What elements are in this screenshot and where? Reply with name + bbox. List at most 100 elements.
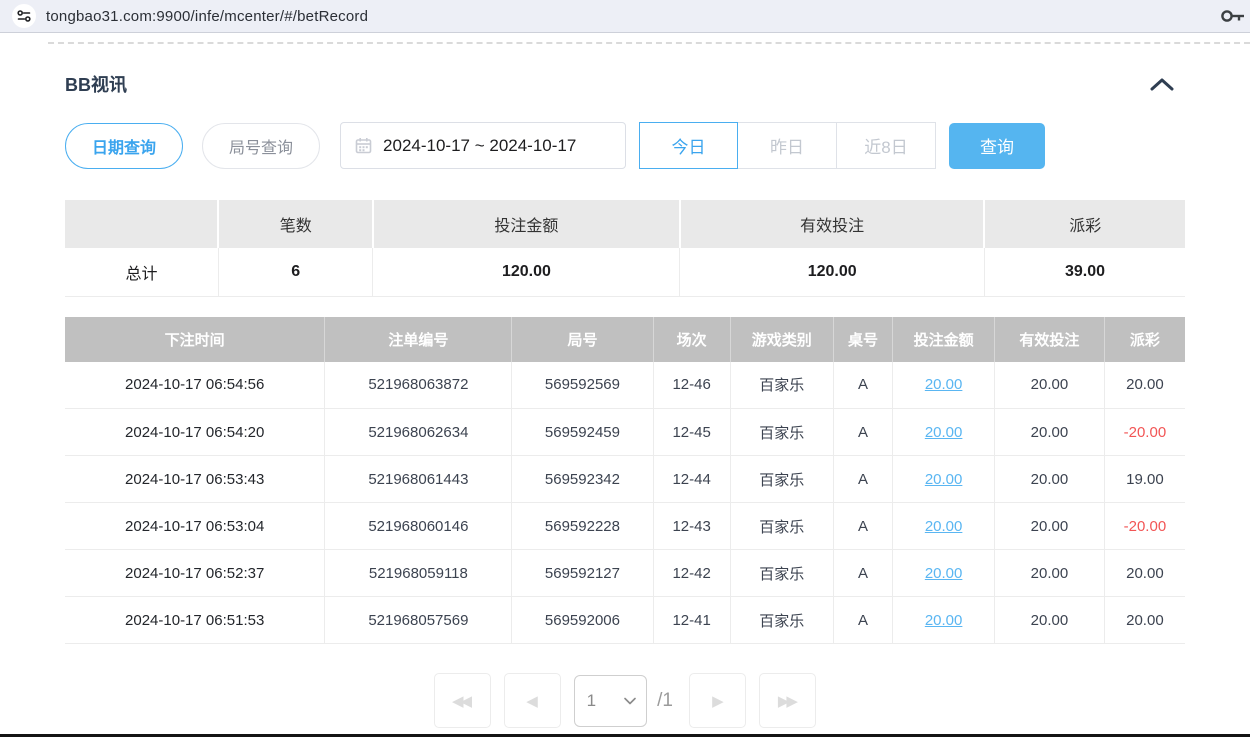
round-query-tab[interactable]: 局号查询 (202, 123, 320, 169)
summary-payout-value: 39.00 (984, 248, 1185, 296)
table-no-cell: A (833, 503, 892, 550)
session-cell: 12-41 (653, 597, 730, 644)
first-page-button[interactable]: ◀◀ (434, 673, 491, 728)
header-session: 场次 (653, 317, 730, 362)
password-key-icon[interactable] (1220, 7, 1246, 25)
bet-time-cell: 2024-10-17 06:52:37 (65, 550, 325, 597)
bet-amount-link[interactable]: 20.00 (925, 471, 963, 488)
prev-page-button[interactable]: ◀ (504, 673, 561, 728)
bet-amount-cell: 20.00 (893, 503, 995, 550)
valid-bet-cell: 20.00 (995, 362, 1105, 409)
table-row: 2024-10-17 06:51:53 521968057569 5695920… (65, 597, 1185, 644)
header-table-no: 桌号 (833, 317, 892, 362)
panel-header: BB视讯 (65, 71, 1185, 97)
header-valid-bet: 有效投注 (995, 317, 1105, 362)
table-row: 2024-10-17 06:54:20 521968062634 5695924… (65, 409, 1185, 456)
session-cell: 12-42 (653, 550, 730, 597)
table-no-cell: A (833, 456, 892, 503)
date-range-input[interactable]: 2024-10-17 ~ 2024-10-17 (340, 122, 626, 169)
bet-amount-cell: 20.00 (893, 597, 995, 644)
bet-amount-cell: 20.00 (893, 550, 995, 597)
date-range-value: 2024-10-17 ~ 2024-10-17 (383, 136, 576, 156)
valid-bet-cell: 20.00 (995, 597, 1105, 644)
table-no-cell: A (833, 597, 892, 644)
game-type-cell: 百家乐 (730, 597, 833, 644)
summary-header-empty (65, 200, 218, 248)
valid-bet-cell: 20.00 (995, 503, 1105, 550)
bet-id-cell: 521968057569 (325, 597, 512, 644)
session-cell: 12-43 (653, 503, 730, 550)
double-right-arrow-icon: ▶▶ (778, 692, 795, 710)
bet-table-body: 2024-10-17 06:54:56 521968063872 5695925… (65, 362, 1185, 644)
site-settings-icon[interactable] (12, 4, 36, 28)
last-8-days-button[interactable]: 近8日 (837, 122, 936, 169)
bet-amount-cell: 20.00 (893, 456, 995, 503)
valid-bet-cell: 20.00 (995, 456, 1105, 503)
today-button[interactable]: 今日 (639, 122, 738, 169)
header-bet-time: 下注时间 (65, 317, 325, 362)
chevron-down-icon (624, 697, 636, 705)
total-pages-label: /1 (657, 690, 673, 712)
dashed-divider (48, 42, 1250, 44)
chevron-up-icon[interactable] (1147, 74, 1177, 94)
double-left-arrow-icon: ◀◀ (452, 692, 469, 710)
table-row: 2024-10-17 06:52:37 521968059118 5695921… (65, 550, 1185, 597)
game-type-cell: 百家乐 (730, 550, 833, 597)
bet-amount-link[interactable]: 20.00 (925, 565, 963, 582)
bet-table-header-row: 下注时间 注单编号 局号 场次 游戏类别 桌号 投注金额 有效投注 派彩 (65, 317, 1185, 362)
calendar-icon (355, 137, 372, 154)
summary-count-value: 6 (218, 248, 373, 296)
session-cell: 12-46 (653, 362, 730, 409)
bet-amount-cell: 20.00 (893, 362, 995, 409)
bet-record-panel: BB视讯 日期查询 局号查询 2024-10-17 ~ 2024-10-17 (0, 71, 1250, 728)
round-cell: 569592006 (512, 597, 653, 644)
header-round: 局号 (512, 317, 653, 362)
summary-valid-bet-value: 120.00 (680, 248, 985, 296)
search-button[interactable]: 查询 (949, 123, 1045, 169)
session-cell: 12-45 (653, 409, 730, 456)
summary-total-label: 总计 (65, 248, 218, 296)
bet-amount-link[interactable]: 20.00 (925, 376, 963, 393)
summary-header-payout: 派彩 (984, 200, 1185, 248)
date-query-tab[interactable]: 日期查询 (65, 123, 183, 169)
bet-id-cell: 521968059118 (325, 550, 512, 597)
summary-header-valid-bet: 有效投注 (680, 200, 985, 248)
table-row: 2024-10-17 06:54:56 521968063872 5695925… (65, 362, 1185, 409)
table-no-cell: A (833, 550, 892, 597)
game-type-cell: 百家乐 (730, 456, 833, 503)
round-cell: 569592228 (512, 503, 653, 550)
quick-date-group: 今日 昨日 近8日 (639, 122, 936, 169)
payout-cell: -20.00 (1104, 503, 1185, 550)
page-select[interactable]: 1 (574, 675, 647, 727)
payout-cell: 20.00 (1104, 597, 1185, 644)
table-row: 2024-10-17 06:53:43 521968061443 5695923… (65, 456, 1185, 503)
bet-time-cell: 2024-10-17 06:53:43 (65, 456, 325, 503)
game-type-cell: 百家乐 (730, 503, 833, 550)
bet-record-table: 下注时间 注单编号 局号 场次 游戏类别 桌号 投注金额 有效投注 派彩 202… (65, 317, 1185, 645)
pagination: ◀◀ ◀ 1 /1 ▶ ▶▶ (65, 673, 1185, 728)
bet-id-cell: 521968062634 (325, 409, 512, 456)
header-bet-id: 注单编号 (325, 317, 512, 362)
round-cell: 569592127 (512, 550, 653, 597)
bet-amount-link[interactable]: 20.00 (925, 424, 963, 441)
game-type-cell: 百家乐 (730, 409, 833, 456)
summary-total-row: 总计 6 120.00 120.00 39.00 (65, 248, 1185, 296)
bet-amount-link[interactable]: 20.00 (925, 518, 963, 535)
valid-bet-cell: 20.00 (995, 550, 1105, 597)
summary-header-count: 笔数 (218, 200, 373, 248)
left-arrow-icon: ◀ (526, 692, 535, 710)
yesterday-button[interactable]: 昨日 (738, 122, 837, 169)
right-arrow-icon: ▶ (712, 692, 721, 710)
bet-time-cell: 2024-10-17 06:51:53 (65, 597, 325, 644)
next-page-button[interactable]: ▶ (689, 673, 746, 728)
bet-id-cell: 521968061443 (325, 456, 512, 503)
header-payout: 派彩 (1104, 317, 1185, 362)
bet-time-cell: 2024-10-17 06:54:20 (65, 409, 325, 456)
bet-amount-link[interactable]: 20.00 (925, 612, 963, 629)
last-page-button[interactable]: ▶▶ (759, 673, 816, 728)
session-cell: 12-44 (653, 456, 730, 503)
url-text[interactable]: tongbao31.com:9900/infe/mcenter/#/betRec… (46, 8, 368, 25)
round-cell: 569592342 (512, 456, 653, 503)
bet-amount-cell: 20.00 (893, 409, 995, 456)
bet-id-cell: 521968063872 (325, 362, 512, 409)
